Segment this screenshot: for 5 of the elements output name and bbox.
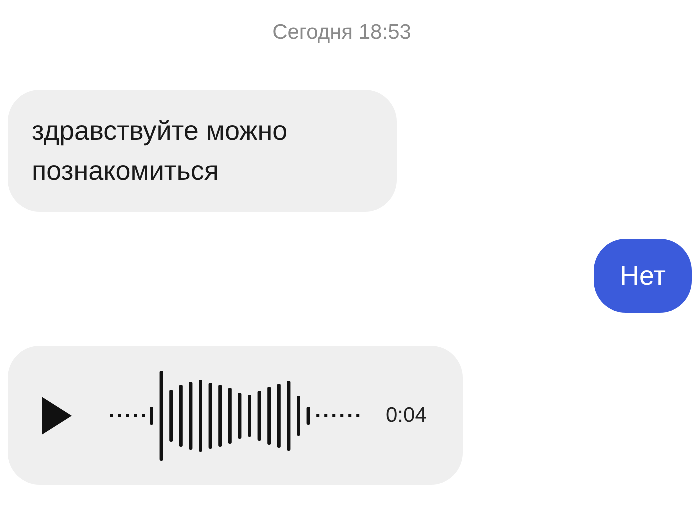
message-bubble: здравствуйте можно познакомиться	[8, 90, 397, 212]
duration: 0:04	[386, 402, 427, 429]
play-icon[interactable]	[42, 396, 72, 434]
message-bubble: Нет	[594, 239, 692, 313]
timestamp: Сегодня 18:53	[272, 20, 412, 46]
